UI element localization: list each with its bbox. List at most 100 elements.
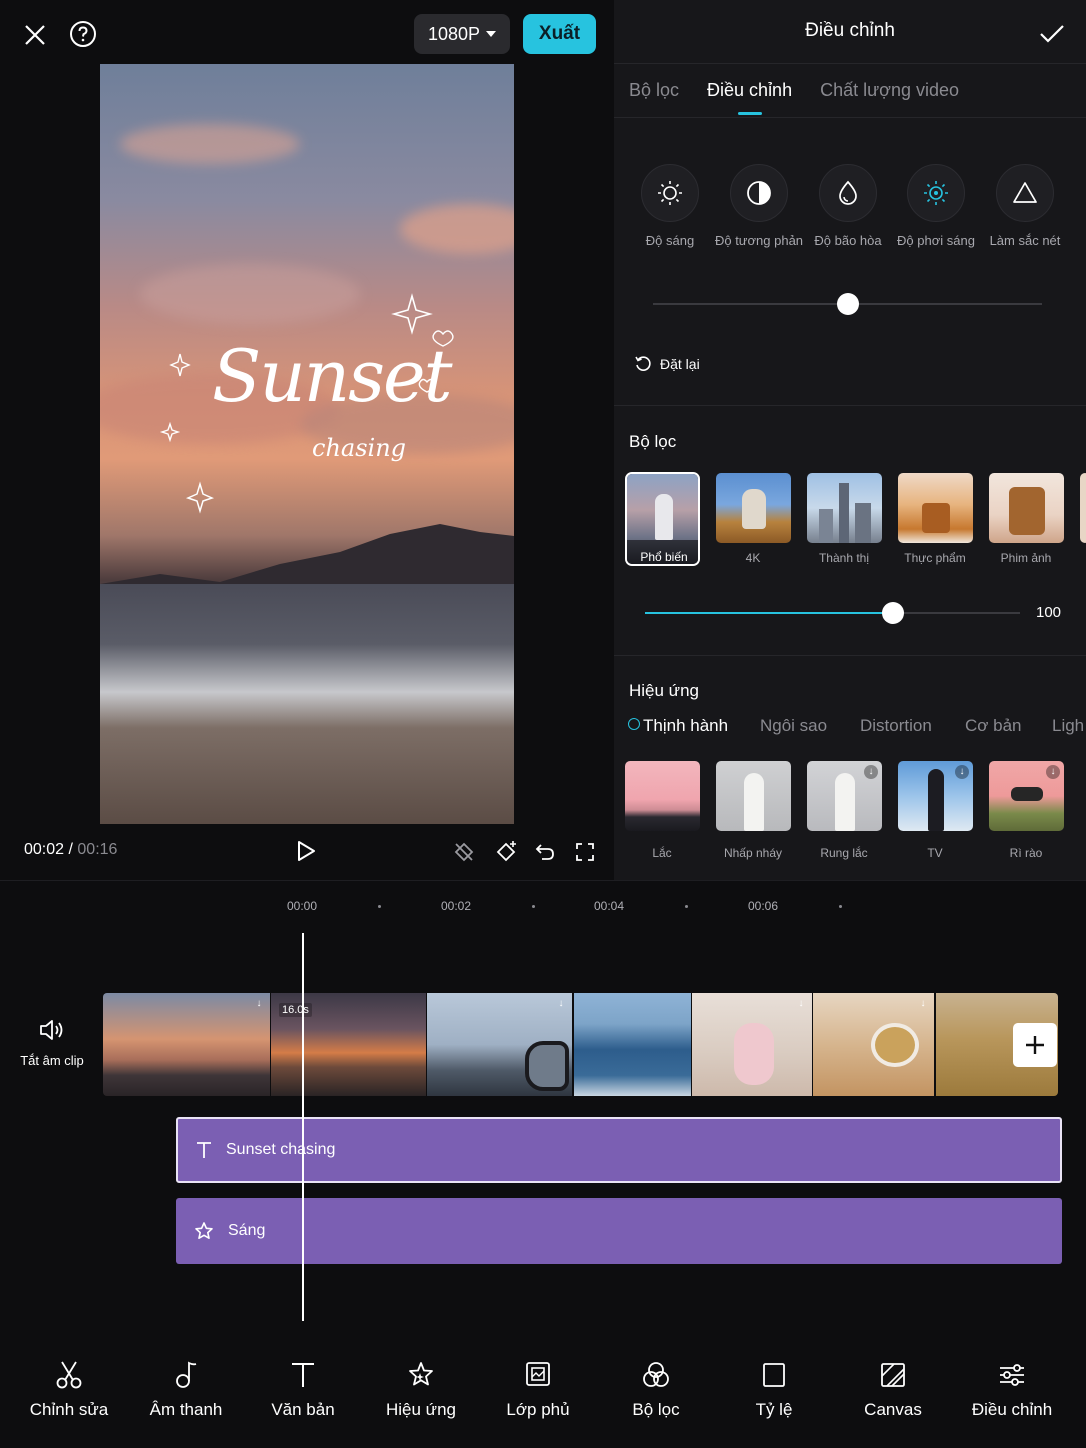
adjust-sharpen[interactable]: Làm sắc nét (980, 164, 1070, 249)
effect-label: Lắc (652, 846, 672, 860)
mute-clip-button[interactable]: Tắt âm clip (10, 1018, 94, 1068)
confirm-check-icon[interactable] (1038, 20, 1066, 48)
adjust-slider-knob[interactable] (836, 293, 859, 315)
canvas-icon (881, 1363, 905, 1387)
scissors-icon (56, 1361, 82, 1389)
resolution-dropdown[interactable]: 1080P (414, 14, 510, 54)
toolbar-effects[interactable]: Hiệu ứng (362, 1360, 480, 1420)
effect-thumb-shake[interactable] (625, 761, 700, 831)
effects-star-icon (409, 1362, 433, 1386)
export-button[interactable]: Xuất (523, 14, 596, 54)
video-preview[interactable]: Sunset chasing (100, 64, 514, 824)
adjust-label: Làm sắc nét (989, 233, 1061, 248)
effect-label: Rì rào (1009, 846, 1043, 860)
toolbar-adjust[interactable]: Điều chỉnh (953, 1360, 1071, 1420)
tab-adjust[interactable]: Điều chỉnh (707, 80, 792, 115)
playhead[interactable] (302, 933, 304, 1321)
video-clip[interactable] (574, 993, 691, 1096)
filter-label: Thành thị (818, 551, 870, 565)
download-icon: ↓ (920, 998, 926, 1009)
filter-thumb-4k[interactable] (716, 473, 791, 543)
effect-thumb-vibrate[interactable]: ↓ (807, 761, 882, 831)
effect-category-basic[interactable]: Cơ bản (965, 716, 1022, 736)
text-track-label: Sunset chasing (226, 1141, 336, 1158)
category-indicator-icon (628, 718, 640, 730)
effect-track[interactable]: Sáng (176, 1198, 1062, 1264)
tab-filters[interactable]: Bộ lọc (629, 80, 679, 101)
effect-track-label: Sáng (228, 1222, 266, 1239)
tab-video-quality[interactable]: Chất lượng video (820, 80, 959, 101)
speaker-icon (40, 1020, 63, 1040)
clip-duration: 16.0s (279, 1003, 312, 1017)
keyframe-icon[interactable] (452, 840, 476, 864)
adjust-icon (1000, 1364, 1024, 1386)
filter-label: Phổ biến (640, 550, 688, 564)
toolbar-edit[interactable]: Chỉnh sửa (10, 1360, 128, 1420)
filter-thumb-food[interactable] (898, 473, 973, 543)
video-clip[interactable]: ↓ (692, 993, 812, 1096)
add-clip-button[interactable] (1013, 1023, 1057, 1067)
add-keyframe-icon[interactable] (494, 840, 518, 864)
timeline-divider (0, 880, 1086, 881)
section-divider (614, 405, 1086, 406)
exposure-icon (924, 181, 948, 205)
download-icon: ↓ (864, 765, 878, 779)
close-icon[interactable] (20, 20, 50, 50)
toolbar-filter[interactable]: Bộ lọc (597, 1360, 715, 1420)
undo-icon[interactable] (533, 840, 557, 864)
filter-thumb-next[interactable] (1080, 473, 1086, 543)
effect-label: TV (927, 846, 943, 860)
video-clip[interactable]: ↓ (103, 993, 270, 1096)
filter-label: 4K (745, 551, 761, 565)
filter-label: Thực phẩm (904, 551, 966, 565)
toolbar-label: Chỉnh sửa (29, 1400, 109, 1419)
filters-section-title: Bộ lọc (629, 432, 677, 451)
effect-star-icon (195, 1222, 213, 1239)
effect-category-trending[interactable]: Thịnh hành (643, 716, 728, 736)
toolbar-label: Canvas (864, 1400, 922, 1419)
video-clip[interactable]: ↓ (427, 993, 572, 1096)
reset-button[interactable]: Đặt lại (634, 355, 700, 373)
toolbar-text[interactable]: Văn bản (244, 1360, 362, 1420)
play-icon[interactable] (293, 838, 319, 864)
text-icon (197, 1142, 211, 1158)
time-separator: / (64, 841, 78, 858)
toolbar-overlay[interactable]: Lớp phủ (479, 1360, 597, 1420)
fullscreen-icon[interactable] (573, 840, 597, 864)
adjust-saturation[interactable]: Độ bão hòa (803, 164, 893, 249)
filter-thumb-popular[interactable]: Phổ biến (625, 472, 700, 566)
ruler-label: 00:02 (441, 899, 472, 913)
toolbar-ratio[interactable]: Tỷ lệ (715, 1360, 833, 1420)
toolbar-label: Hiệu ứng (386, 1400, 456, 1419)
effect-thumb-rustle[interactable]: ↓ (989, 761, 1064, 831)
sharpen-icon (1013, 182, 1037, 203)
adjust-brightness[interactable]: Độ sáng (625, 164, 715, 249)
help-icon[interactable] (68, 19, 98, 49)
adjust-label: Độ sáng (645, 233, 695, 248)
brightness-icon (658, 181, 682, 205)
effect-category-distortion[interactable]: Distortion (860, 716, 932, 736)
overlay-subtitle: chasing (312, 434, 407, 462)
adjust-panel (614, 0, 1086, 880)
filter-thumb-film[interactable] (989, 473, 1064, 543)
effect-category-stars[interactable]: Ngôi sao (760, 716, 827, 736)
adjust-label: Độ tương phản (714, 233, 804, 248)
time-current: 00:02 (24, 841, 65, 858)
adjust-exposure[interactable]: Độ phơi sáng (891, 164, 981, 249)
text-track[interactable]: Sunset chasing (176, 1117, 1062, 1183)
filter-thumb-city[interactable] (807, 473, 882, 543)
ruler-dot (532, 905, 535, 908)
toolbar-audio[interactable]: Âm thanh (127, 1360, 245, 1420)
filter-strength-value: 100 (1036, 604, 1062, 621)
download-icon: ↓ (955, 765, 969, 779)
video-clip[interactable]: 16.0s (271, 993, 426, 1096)
effect-thumb-flicker[interactable] (716, 761, 791, 831)
toolbar-canvas[interactable]: Canvas (834, 1360, 952, 1420)
video-clip[interactable]: ↓ (813, 993, 934, 1096)
overlay-icon (526, 1362, 550, 1386)
effect-category-light[interactable]: Ligh (1052, 716, 1084, 736)
adjust-contrast[interactable]: Độ tương phản (714, 164, 804, 249)
effect-thumb-tv[interactable]: ↓ (898, 761, 973, 831)
text-icon (292, 1363, 314, 1387)
filter-strength-knob[interactable] (881, 602, 904, 624)
